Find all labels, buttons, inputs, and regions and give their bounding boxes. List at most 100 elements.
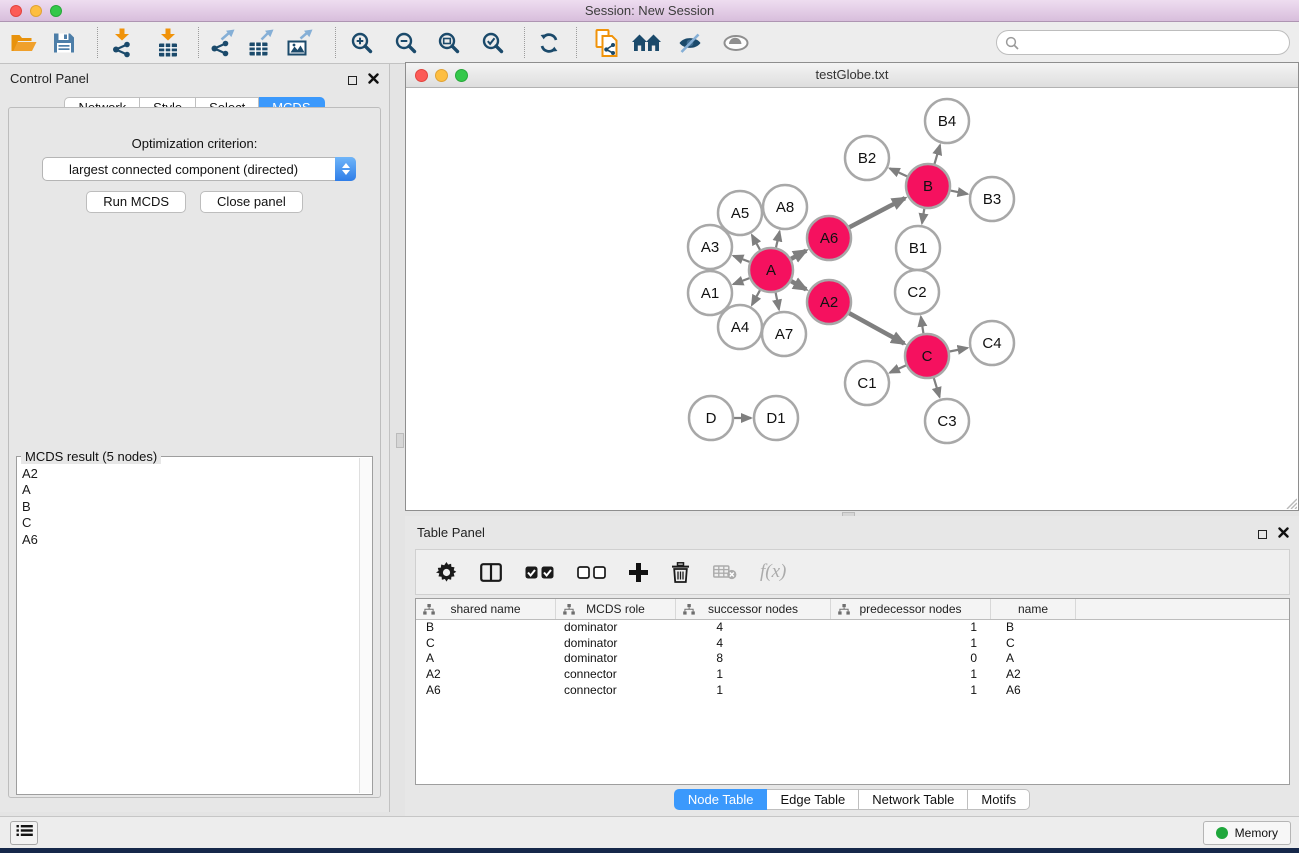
graph-edge-B-B3[interactable] <box>951 191 968 194</box>
graph-edge-B-B2[interactable] <box>890 168 907 176</box>
graph-node-C4[interactable]: C4 <box>970 321 1014 365</box>
table-cell[interactable]: B <box>416 620 556 636</box>
graph-edge-A6-B[interactable] <box>849 198 905 227</box>
home-view-button[interactable] <box>630 31 664 55</box>
result-item[interactable]: A2 <box>22 466 358 482</box>
network-canvas[interactable]: AA1A2A3A4A5A6A7A8BB1B2B3B4CC1C2C3C4DD1 <box>406 89 1298 510</box>
graph-node-A[interactable]: A <box>749 248 793 292</box>
save-session-button[interactable] <box>51 30 78 56</box>
graph-node-C[interactable]: C <box>905 334 949 378</box>
close-table-panel-icon[interactable] <box>1278 525 1289 543</box>
export-table-button[interactable] <box>246 27 277 58</box>
graph-node-C3[interactable]: C3 <box>925 399 969 443</box>
graph-edge-A-A8[interactable] <box>776 231 780 247</box>
table-cell[interactable]: 4 <box>676 620 831 636</box>
table-row[interactable]: A6connector11A6 <box>416 683 1289 699</box>
graph-node-A4[interactable]: A4 <box>718 305 762 349</box>
export-image-button[interactable] <box>285 27 316 58</box>
close-window-button[interactable] <box>10 5 22 17</box>
import-network-button[interactable] <box>108 26 136 59</box>
table-cell[interactable]: A <box>416 651 556 667</box>
show-column-button[interactable] <box>480 563 502 582</box>
graph-edge-B-B4[interactable] <box>935 145 941 164</box>
network-close-button[interactable] <box>415 69 428 82</box>
graph-edge-A-A1[interactable] <box>733 278 749 284</box>
optimization-criterion-select[interactable]: largest connected component (directed) <box>42 157 356 181</box>
result-item[interactable]: A <box>22 482 358 498</box>
table-cell[interactable]: A6 <box>416 683 556 699</box>
zoom-window-button[interactable] <box>50 5 62 17</box>
table-cell[interactable]: 1 <box>676 683 831 699</box>
minimize-window-button[interactable] <box>30 5 42 17</box>
result-item[interactable]: B <box>22 499 358 515</box>
table-cell[interactable]: A2 <box>991 667 1076 683</box>
result-item[interactable]: C <box>22 515 358 531</box>
table-cell[interactable]: 8 <box>676 651 831 667</box>
show-all-button[interactable] <box>720 31 752 55</box>
table-row[interactable]: Cdominator41C <box>416 636 1289 652</box>
table-cell[interactable]: 1 <box>831 667 991 683</box>
graph-edge-A2-C[interactable] <box>849 313 904 343</box>
graph-edge-C-C4[interactable] <box>950 348 968 352</box>
graph-edge-C-C2[interactable] <box>921 317 924 334</box>
table-options-button[interactable] <box>436 562 457 583</box>
tab-network-table[interactable]: Network Table <box>859 789 968 810</box>
graph-node-B4[interactable]: B4 <box>925 99 969 143</box>
zoom-fit-button[interactable] <box>436 29 463 56</box>
graph-node-A6[interactable]: A6 <box>807 216 851 260</box>
graph-node-D[interactable]: D <box>689 396 733 440</box>
column-header-name[interactable]: name <box>991 599 1076 619</box>
table-cell[interactable]: dominator <box>556 620 676 636</box>
open-file-button[interactable] <box>9 30 40 56</box>
float-table-panel-icon[interactable] <box>1258 530 1267 539</box>
network-zoom-button[interactable] <box>455 69 468 82</box>
result-scrollbar[interactable] <box>359 458 372 793</box>
graph-node-B[interactable]: B <box>906 164 950 208</box>
graph-edge-B-B1[interactable] <box>922 209 924 224</box>
search-input[interactable] <box>1024 35 1289 50</box>
graph-node-A2[interactable]: A2 <box>807 280 851 324</box>
table-cell[interactable]: C <box>416 636 556 652</box>
show-panels-button[interactable] <box>10 821 38 845</box>
graph-node-B3[interactable]: B3 <box>970 177 1014 221</box>
graph-node-A1[interactable]: A1 <box>688 271 732 315</box>
tab-node-table[interactable]: Node Table <box>674 789 768 810</box>
table-row[interactable]: Adominator80A <box>416 651 1289 667</box>
graph-edge-A-A2[interactable] <box>791 281 806 289</box>
table-cell[interactable]: B <box>991 620 1076 636</box>
tab-motifs[interactable]: Motifs <box>968 789 1030 810</box>
table-cell[interactable]: 1 <box>831 636 991 652</box>
zoom-selected-button[interactable] <box>480 29 507 56</box>
graph-edge-A-A6[interactable] <box>791 251 806 259</box>
table-cell[interactable]: connector <box>556 667 676 683</box>
resize-grip-icon[interactable] <box>1285 497 1297 509</box>
graph-node-C1[interactable]: C1 <box>845 361 889 405</box>
table-cell[interactable]: A6 <box>991 683 1076 699</box>
export-network-button[interactable] <box>207 27 238 58</box>
column-header-MCDS-role[interactable]: MCDS role <box>556 599 676 619</box>
column-header-shared-name[interactable]: shared name <box>416 599 556 619</box>
zoom-in-button[interactable] <box>349 29 376 56</box>
table-cell[interactable]: A2 <box>416 667 556 683</box>
table-cell[interactable]: dominator <box>556 651 676 667</box>
float-panel-icon[interactable] <box>348 76 357 85</box>
close-panel-icon[interactable] <box>368 71 379 89</box>
add-column-button[interactable] <box>629 563 648 582</box>
graph-edge-C-C3[interactable] <box>934 378 940 397</box>
column-header-successor-nodes[interactable]: successor nodes <box>676 599 831 619</box>
table-cell[interactable]: 1 <box>831 620 991 636</box>
delete-column-button[interactable] <box>671 562 690 583</box>
graph-node-A3[interactable]: A3 <box>688 225 732 269</box>
graph-node-B2[interactable]: B2 <box>845 136 889 180</box>
table-cell[interactable]: A <box>991 651 1076 667</box>
table-cell[interactable]: 1 <box>676 667 831 683</box>
graph-edge-C-C1[interactable] <box>890 365 906 372</box>
node-table[interactable]: shared nameMCDS rolesuccessor nodesprede… <box>415 598 1290 785</box>
memory-button[interactable]: Memory <box>1203 821 1291 845</box>
network-minimize-button[interactable] <box>435 69 448 82</box>
graph-edge-A-A7[interactable] <box>776 293 779 310</box>
apply-layout-button[interactable] <box>536 30 562 55</box>
import-table-button[interactable] <box>154 26 182 59</box>
hide-selected-button[interactable] <box>675 30 705 56</box>
table-cell[interactable]: 0 <box>831 651 991 667</box>
